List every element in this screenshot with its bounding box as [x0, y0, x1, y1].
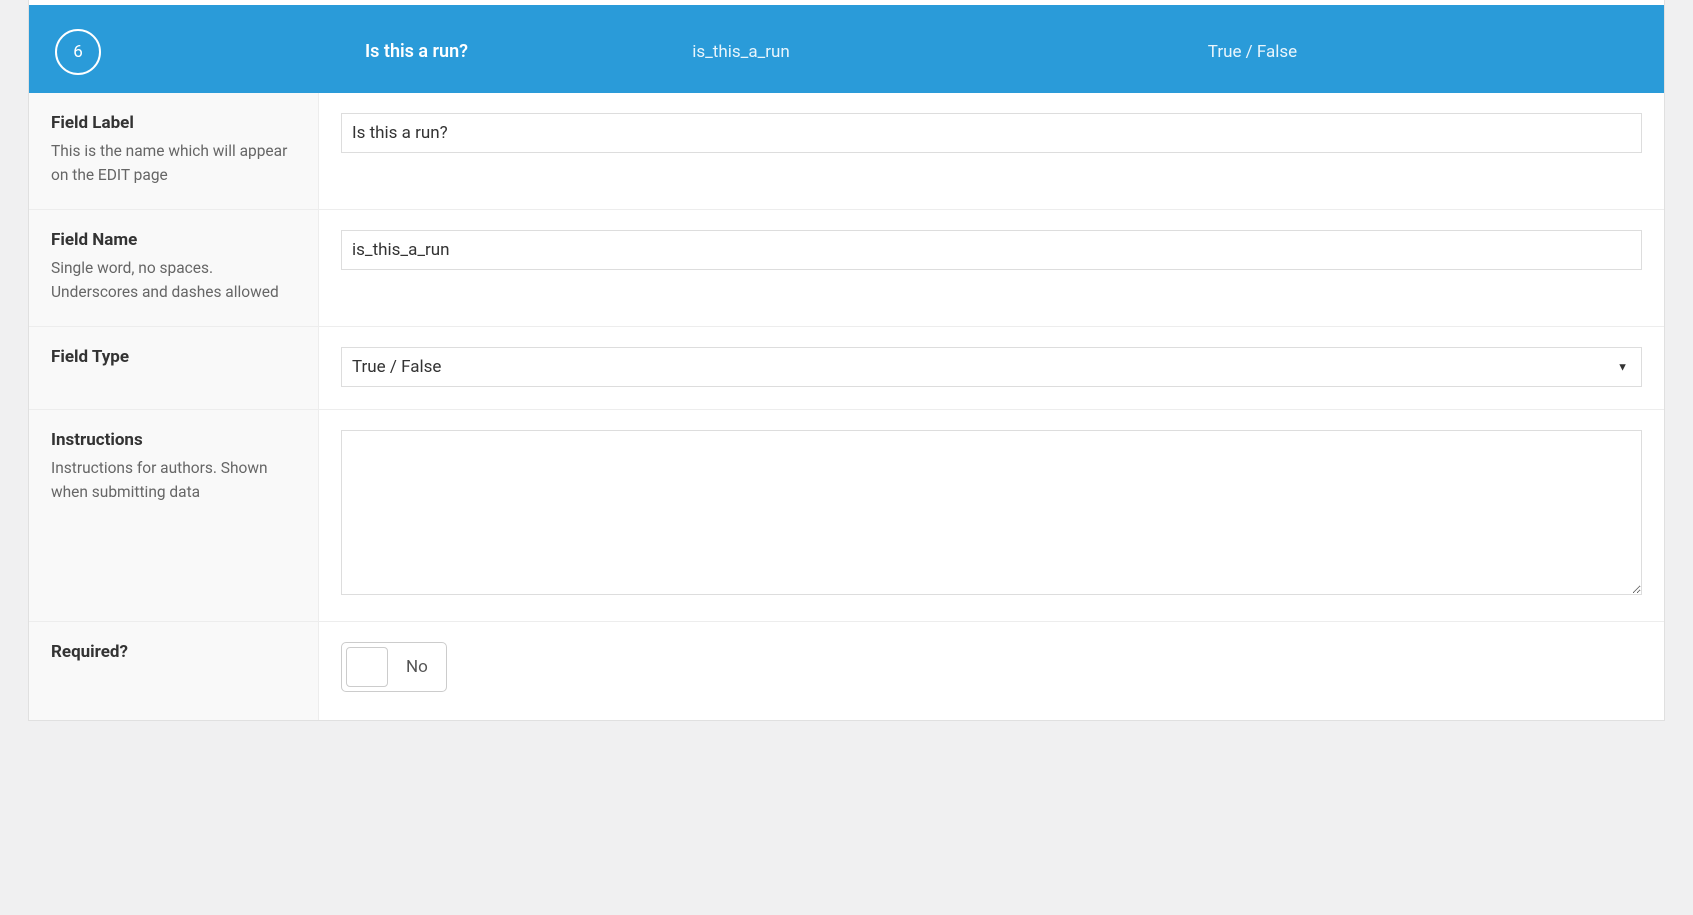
- header-field-type: True / False: [921, 42, 1644, 62]
- required-toggle-text: No: [406, 657, 442, 677]
- field-name-input[interactable]: [341, 230, 1642, 270]
- field-order-number: 6: [73, 42, 83, 62]
- required-heading: Required?: [51, 642, 296, 662]
- field-header[interactable]: 6 Is this a run? is_this_a_run True / Fa…: [29, 5, 1664, 93]
- field-label-input[interactable]: [341, 113, 1642, 153]
- field-type-heading: Field Type: [51, 347, 296, 367]
- field-name-desc: Single word, no spaces. Underscores and …: [51, 256, 296, 304]
- field-order-badge: 6: [55, 29, 101, 75]
- instructions-textarea[interactable]: [341, 430, 1642, 595]
- field-label-heading: Field Label: [51, 113, 296, 133]
- instructions-desc: Instructions for authors. Shown when sub…: [51, 456, 296, 504]
- field-name-heading: Field Name: [51, 230, 296, 250]
- toggle-knob: [346, 647, 388, 687]
- row-field-label: Field Label This is the name which will …: [29, 93, 1664, 210]
- header-field-label: Is this a run?: [131, 41, 561, 62]
- row-required: Required? No: [29, 622, 1664, 720]
- field-label-desc: This is the name which will appear on th…: [51, 139, 296, 187]
- row-field-name: Field Name Single word, no spaces. Under…: [29, 210, 1664, 327]
- header-field-name: is_this_a_run: [561, 42, 921, 62]
- row-instructions: Instructions Instructions for authors. S…: [29, 410, 1664, 622]
- field-type-select[interactable]: True / False: [341, 347, 1642, 387]
- instructions-heading: Instructions: [51, 430, 296, 450]
- row-field-type: Field Type True / False ▼: [29, 327, 1664, 410]
- required-toggle[interactable]: No: [341, 642, 447, 692]
